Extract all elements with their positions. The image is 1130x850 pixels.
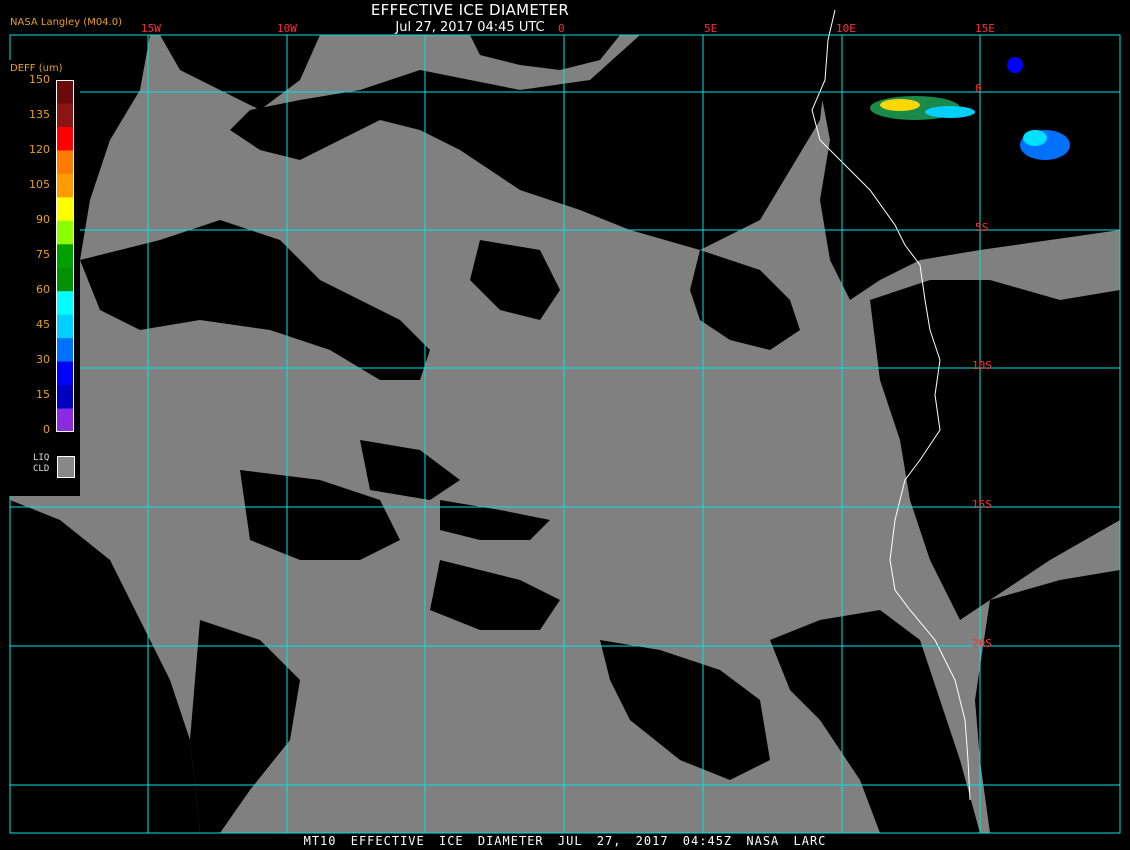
map-title: EFFECTIVE ICE DIAMETER: [370, 1, 570, 19]
legend-tick-label: 30: [36, 353, 50, 366]
lat-label-20s: 20S: [972, 637, 992, 650]
legend-tick-label: 45: [36, 318, 50, 331]
legend-segment: [56, 385, 74, 410]
liquid-cloud-label: LIQ CLD: [33, 453, 49, 475]
legend-segment: [56, 314, 74, 339]
legend-tick-label: 0: [43, 423, 50, 436]
legend-segment: [56, 338, 74, 363]
lat-label-5s: 5S: [975, 221, 989, 234]
legend-tick-label: 105: [29, 178, 50, 191]
legend-segment: [56, 150, 74, 175]
lon-label-0: 0: [558, 22, 565, 35]
legend-segment: [56, 291, 74, 316]
satellite-map: [9, 9, 1121, 834]
liquid-label-line-1: LIQ: [33, 453, 50, 463]
legend-tick-label: 90: [36, 213, 50, 226]
footer-caption: MT10 EFFECTIVE ICE DIAMETER JUL 27, 2017…: [303, 834, 827, 848]
legend-tick-label: 60: [36, 283, 50, 296]
liquid-label-line-2: CLD: [33, 464, 50, 474]
lon-label-10e: 10E: [836, 22, 856, 35]
legend-tick-label: 135: [29, 108, 50, 121]
lat-label-15s: 15S: [972, 498, 992, 511]
legend-tick-label: 15: [36, 388, 50, 401]
legend-segment: [56, 126, 74, 151]
legend-segment: [56, 408, 74, 432]
legend-segment: [56, 197, 74, 222]
legend-segment: [56, 80, 74, 104]
legend-segment: [56, 361, 74, 386]
legend-segment: [56, 220, 74, 245]
legend-segment: [56, 244, 74, 269]
legend-segment: [56, 173, 74, 198]
lat-label-10s: 10S: [972, 359, 992, 372]
lat-label-0: 0: [975, 82, 982, 95]
legend-colorbar: [56, 80, 74, 432]
legend-tick-label: 75: [36, 248, 50, 261]
legend-segment: [56, 267, 74, 292]
legend-segment: [56, 103, 74, 128]
lon-label-5e: 5E: [704, 22, 718, 35]
lon-label-15w: 15W: [141, 22, 161, 35]
lon-label-15e: 15E: [975, 22, 995, 35]
legend-tick-label: 150: [29, 73, 50, 86]
legend-tick-label: 120: [29, 143, 50, 156]
liquid-cloud-swatch: [57, 456, 75, 478]
lon-label-10w: 10W: [277, 22, 297, 35]
